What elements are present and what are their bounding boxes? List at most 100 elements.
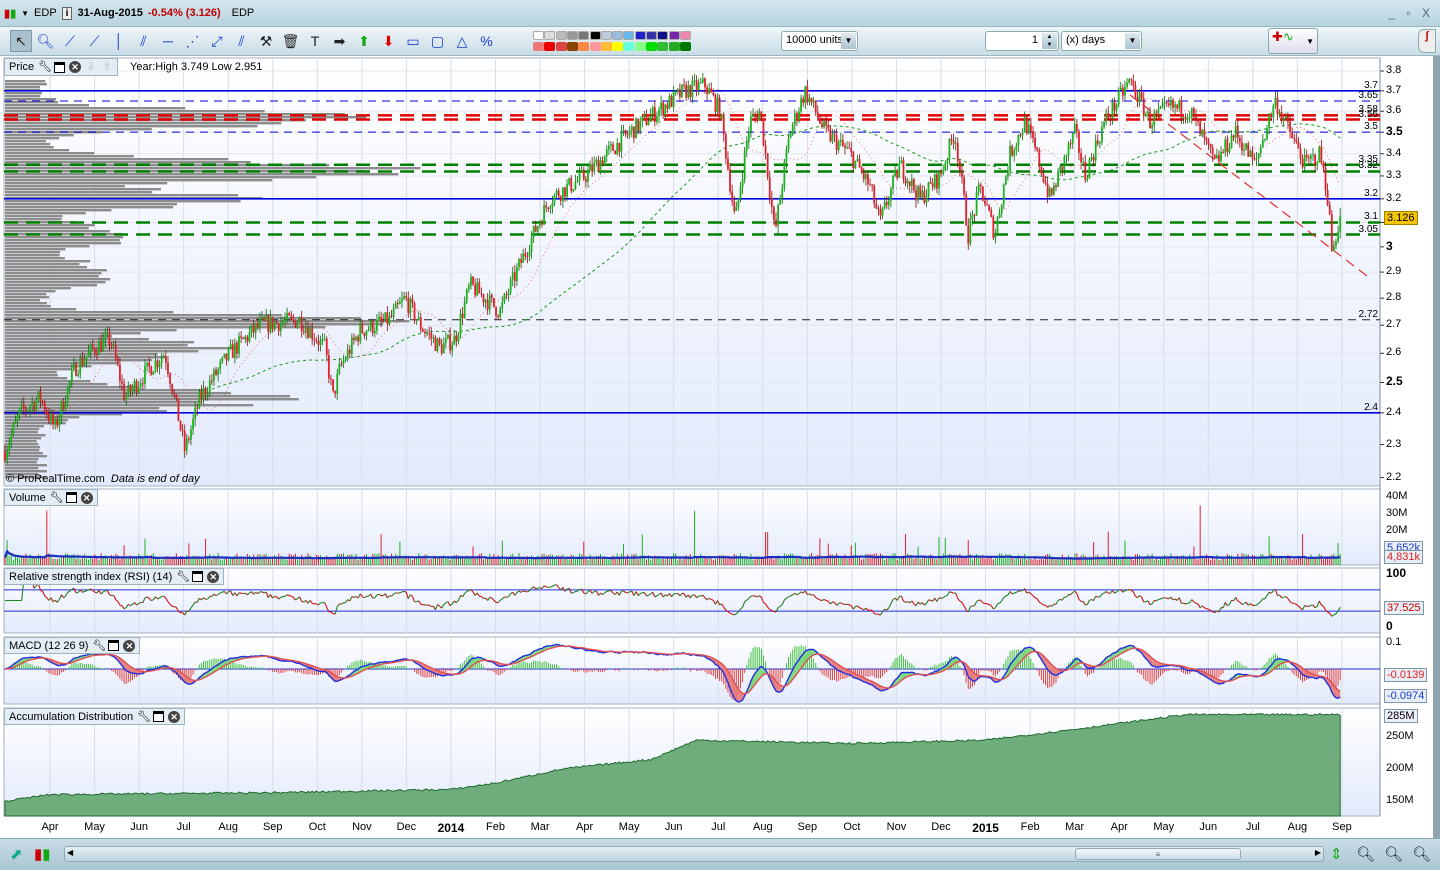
arrow-up-tool-icon[interactable]: ⬆ [353,30,375,52]
scroll-left-icon[interactable]: ◀ [67,848,73,857]
color-swatch[interactable] [600,31,612,40]
wrench-icon[interactable]: 🔧︎ [38,61,52,73]
triangle-tool-icon[interactable]: △ [451,30,473,52]
color-swatch[interactable] [634,42,646,51]
pointer-tool-icon[interactable]: ↖ [10,30,32,52]
color-swatch[interactable] [657,31,669,40]
close-icon[interactable]: ✕ [69,61,82,73]
rsi-line [372,597,375,599]
indicators-button[interactable]: ✚∿ ▼ [1268,28,1318,54]
wrench-icon[interactable]: 🔧︎ [137,711,151,723]
delete-tool-icon[interactable]: 🗑 [280,30,302,52]
zoom-tool-icon[interactable]: 🔍︎ [35,30,57,52]
candle-body [1305,155,1308,158]
macd-fill [742,693,745,700]
color-swatch[interactable] [646,42,657,51]
chevron-down-icon[interactable]: ▼ [1125,33,1140,49]
wrench-icon[interactable]: 🔧︎ [92,640,106,652]
auto-scale-icon[interactable]: ⇕ [1330,845,1343,863]
stepper-arrows-icon[interactable]: ▲ ▼ [1042,33,1057,49]
color-swatch[interactable] [578,31,590,40]
color-swatch[interactable] [623,31,635,40]
color-swatch[interactable] [668,42,680,51]
line-tool-icon[interactable]: ⟋ [84,30,106,52]
candle-body [338,363,341,374]
horizontal-scrollbar[interactable]: ◀ ≡ ▶ [64,846,1324,862]
window-icon[interactable] [65,492,77,503]
period-unit-select[interactable]: (x) days ▼ [1061,31,1142,51]
rectangle-tool-icon[interactable]: ▭ [402,30,424,52]
horizontal-line-tool-icon[interactable]: ─ [157,30,179,52]
rsi-line [1151,600,1155,605]
close-icon[interactable]: ✕ [123,639,136,652]
color-swatch[interactable] [533,42,544,51]
candle-body [1007,170,1009,177]
color-swatch[interactable] [679,42,691,51]
arrow-right-tool-icon[interactable]: ➡ [329,30,351,52]
color-swatch[interactable] [566,42,578,51]
ellipse-tool-icon[interactable]: ▢ [427,30,449,52]
color-swatch[interactable] [679,31,691,40]
color-swatch[interactable] [612,42,624,51]
segment-tool-icon[interactable]: ⟋ [59,30,81,52]
color-swatch[interactable] [634,31,646,40]
color-swatch[interactable] [544,31,556,40]
wrench-icon[interactable]: 🔧︎ [50,492,64,504]
trading-icon[interactable]: ʃ [1418,29,1436,53]
candle-body [1264,138,1266,140]
text-tool-icon[interactable]: T [304,30,326,52]
scrollbar-thumb[interactable]: ≡ [1075,848,1241,860]
units-select[interactable]: 10000 units ▼ [781,31,858,51]
wrench-icon[interactable]: 🔧︎ [176,571,190,583]
color-swatch[interactable] [646,31,657,40]
color-swatch[interactable] [589,42,601,51]
arrow-down-tool-icon[interactable]: ⬇ [378,30,400,52]
symbol-dropdown-icon[interactable]: ▼ [21,9,29,18]
parallel-tool-icon[interactable]: ⫽ [231,30,253,52]
color-swatch[interactable] [555,42,567,51]
color-swatch[interactable] [589,31,601,40]
color-swatch[interactable] [657,42,669,51]
window-icon[interactable] [54,61,66,73]
color-swatch[interactable] [544,42,556,51]
color-swatch[interactable] [578,42,590,51]
chevron-down-icon[interactable]: ▼ [841,33,856,49]
scroll-right-icon[interactable]: ▶ [1315,848,1321,857]
percent-tool-icon[interactable]: % [476,30,498,52]
chart-type-icon[interactable]: ⬈ [10,845,23,863]
close-icon[interactable]: ✕ [207,570,220,583]
candle-style-icon[interactable]: ▮▮ [34,845,51,863]
move-up-icon[interactable]: ⇧ [101,61,113,73]
vertical-line-tool-icon[interactable]: │ [108,30,130,52]
window-controls[interactable]: _ ▫ X [1388,6,1434,20]
move-down-icon[interactable]: ⇩ [85,61,97,73]
macd-fill [1060,670,1063,674]
fan-tool-icon[interactable]: ⋰ [182,30,204,52]
color-swatch[interactable] [566,31,578,40]
info-icon[interactable]: i [61,6,73,20]
color-swatch[interactable] [623,42,635,51]
color-swatch[interactable] [612,31,624,40]
zoom-out-icon[interactable]: 🔍︎ [1384,845,1403,863]
macd-fill [420,662,423,668]
candle-body [399,301,401,305]
color-swatch[interactable] [533,31,544,40]
period-stepper[interactable]: 1 ▲ ▼ [985,31,1059,51]
rsi-line [560,587,564,591]
rsi-panel-header: Relative strength index (RSI) (14) 🔧︎ ✕ [4,568,225,585]
channel-tool-icon[interactable]: ⫽ [133,30,155,52]
rectangle-points-tool-icon[interactable]: ⤢ [206,30,228,52]
window-icon[interactable] [108,640,120,651]
window-icon[interactable] [192,571,204,582]
zoom-in-icon[interactable]: 🔍︎ [1412,845,1431,863]
symbol-label[interactable]: EDP [34,7,57,19]
candlestick-icon[interactable]: ▮▮ [4,7,16,20]
close-icon[interactable]: ✕ [80,491,93,504]
window-icon[interactable] [153,711,165,722]
zoom-fit-icon[interactable]: 🔍︎ [1356,845,1375,863]
close-icon[interactable]: ✕ [168,710,181,723]
color-swatch[interactable] [555,31,567,40]
properties-tool-icon[interactable]: ⚒ [255,30,277,52]
color-swatch[interactable] [668,31,680,40]
color-swatch[interactable] [600,42,612,51]
